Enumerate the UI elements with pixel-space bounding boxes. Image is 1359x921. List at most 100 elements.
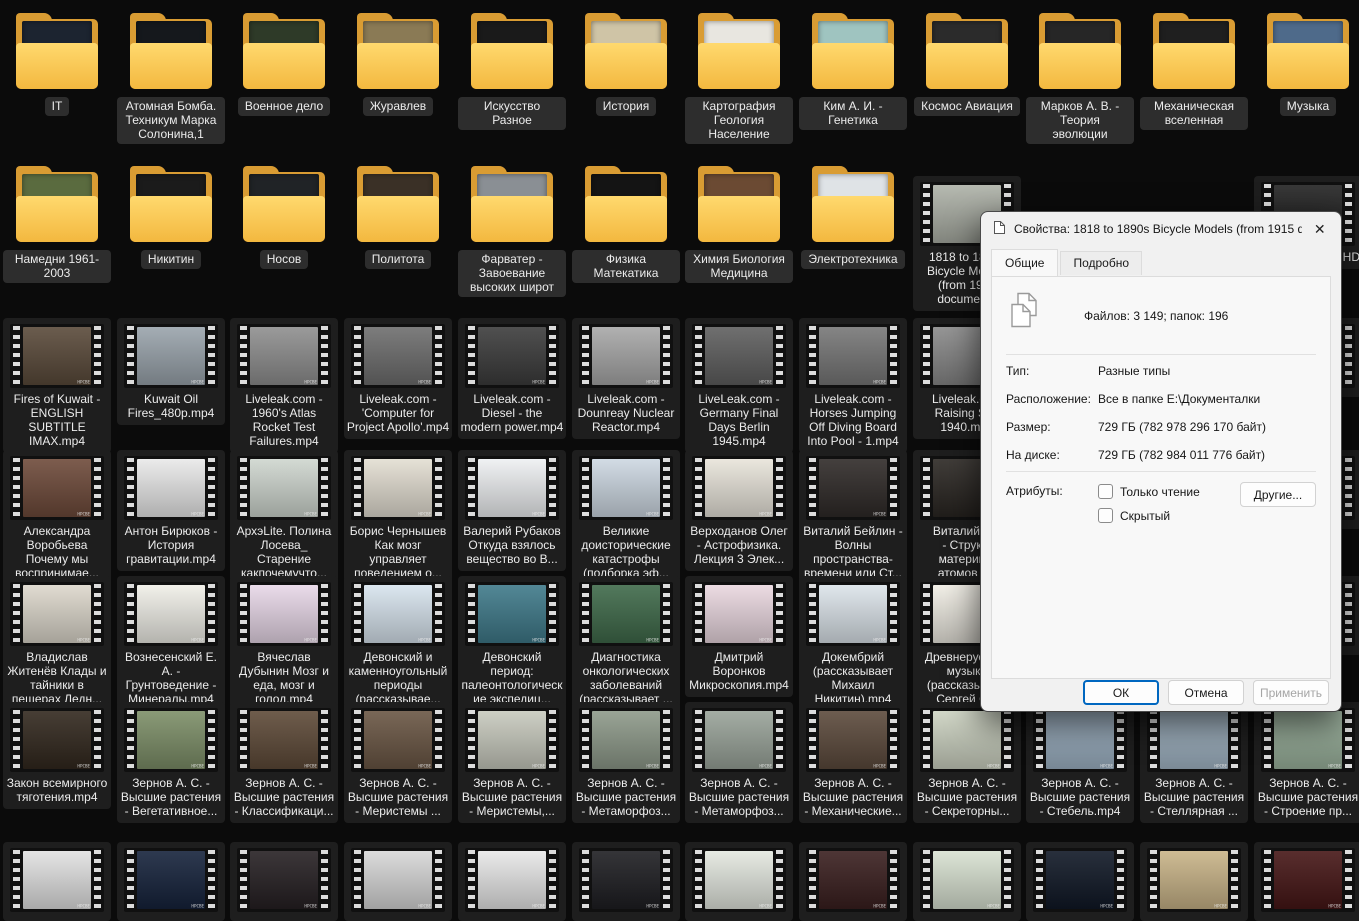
folder-item[interactable]: Физика Матекатика bbox=[572, 162, 680, 283]
file-item[interactable]: HPCBE Зернов А. С. - Высшие растения - Ме… bbox=[344, 702, 452, 823]
film-strip-icon: HPCBE bbox=[124, 324, 218, 388]
thumbnail-watermark: HPCBE bbox=[418, 380, 431, 385]
folder-item[interactable]: Искусство Разное bbox=[458, 9, 566, 130]
file-item[interactable]: HPCBE bbox=[1254, 842, 1359, 921]
file-item[interactable]: HPCBE Fires of Kuwait - ENGLISH SUBTITLE … bbox=[3, 318, 111, 453]
item-label: Верходанов Олег - Астрофизика. Лекция 3 … bbox=[690, 524, 788, 566]
file-item[interactable]: HPCBE Дмитрий Воронков Микроскопия.mp4 bbox=[685, 576, 793, 697]
tab-general[interactable]: Общие bbox=[991, 249, 1059, 276]
file-item[interactable]: HPCBE bbox=[1026, 842, 1134, 921]
folder-item[interactable]: Журавлев bbox=[344, 9, 452, 116]
file-item[interactable]: HPCBE Верходанов Олег - Астрофизика. Лекц… bbox=[685, 450, 793, 571]
file-item[interactable]: HPCBE Антон Бирюков - История гравитации.… bbox=[117, 450, 225, 571]
file-item[interactable]: HPCBE Виталий Бейлин - Волны пространства… bbox=[799, 450, 907, 585]
folder-item[interactable]: Электротехника bbox=[799, 162, 907, 269]
thumbnail-watermark: HPCBE bbox=[759, 638, 772, 643]
file-item[interactable]: HPCBE Докембрий (рассказывает Михаил Ники… bbox=[799, 576, 907, 711]
video-thumbnail: HPCBE bbox=[705, 327, 773, 385]
file-item[interactable]: HPCBE bbox=[685, 842, 793, 921]
file-item[interactable]: HPCBE bbox=[344, 842, 452, 921]
file-item[interactable]: HPCBE Валерий Рубаков Откуда взялось веще… bbox=[458, 450, 566, 571]
file-item[interactable]: HPCBE Девонский период: палеонтологически… bbox=[458, 576, 566, 711]
file-item[interactable]: HPCBE bbox=[799, 842, 907, 921]
folder-item[interactable]: Космос Авиация bbox=[913, 9, 1021, 116]
file-item[interactable]: HPCBE Девонский и каменноугольный периоды… bbox=[344, 576, 452, 711]
item-label: LiveLeak.com - Germany Final Days Berlin… bbox=[698, 392, 780, 448]
file-item[interactable]: HPCBE Зернов А. С. - Высшие растения - Ме… bbox=[799, 702, 907, 823]
folder-item[interactable]: Атомная Бомба. Техникум Марка Солонина,1 bbox=[117, 9, 225, 144]
apply-button[interactable]: Применить bbox=[1253, 680, 1329, 705]
film-strip-icon: HPCBE bbox=[692, 456, 786, 520]
summary-row: Файлов: 3 149; папок: 196 bbox=[992, 277, 1330, 352]
file-item[interactable]: HPCBE Зернов А. С. - Высшие растения - Кл… bbox=[230, 702, 338, 823]
film-strip-icon: HPCBE bbox=[10, 456, 104, 520]
file-item[interactable]: HPCBE Liveleak.com - Horses Jumping Off D… bbox=[799, 318, 907, 453]
folder-icon bbox=[580, 9, 672, 93]
hidden-checkbox-row[interactable]: Скрытый bbox=[1098, 508, 1316, 523]
folder-item[interactable]: Картография Геология Население bbox=[685, 9, 793, 144]
cancel-button[interactable]: Отмена bbox=[1168, 680, 1244, 705]
file-item[interactable]: HPCBE bbox=[913, 842, 1021, 921]
file-item[interactable]: HPCBE Борис Чернышев Как мозг управляет п… bbox=[344, 450, 452, 585]
file-item[interactable]: HPCBE АрхэLite. Полина Лосева_ Старение к… bbox=[230, 450, 338, 585]
checkbox-icon[interactable] bbox=[1098, 508, 1113, 523]
file-item[interactable]: HPCBE Закон всемирного тяготения.mp4 bbox=[3, 702, 111, 809]
folder-item[interactable]: Политота bbox=[344, 162, 452, 269]
file-item[interactable]: HPCBE Зернов А. С. - Высшие растения - Ст… bbox=[1254, 702, 1359, 823]
file-item[interactable]: HPCBE Зернов А. С. - Высшие растения - Ме… bbox=[458, 702, 566, 823]
folder-item[interactable]: Военное дело bbox=[230, 9, 338, 116]
film-strip-icon: HPCBE bbox=[124, 708, 218, 772]
film-strip-icon: HPCBE bbox=[806, 708, 900, 772]
file-item[interactable]: HPCBE bbox=[3, 842, 111, 921]
file-item[interactable]: HPCBE Зернов А. С. - Высшие растения - Ст… bbox=[1026, 702, 1134, 823]
thumbnail-watermark: HPCBE bbox=[759, 904, 772, 909]
file-item[interactable]: HPCBE Александра Воробьева Почему мы восп… bbox=[3, 450, 111, 585]
folder-item[interactable]: Фарватер - Завоевание высоких широт bbox=[458, 162, 566, 297]
file-item[interactable]: HPCBE Владислав Житенёв Клады и тайники в… bbox=[3, 576, 111, 711]
file-item[interactable]: HPCBE Liveleak.com - Diesel - the modern … bbox=[458, 318, 566, 439]
folder-item[interactable]: История bbox=[572, 9, 680, 116]
file-item[interactable]: HPCBE Зернов А. С. - Высшие растения - Ве… bbox=[117, 702, 225, 823]
folder-item[interactable]: IT bbox=[3, 9, 111, 116]
item-label: АрхэLite. Полина Лосева_ Старение какпоч… bbox=[236, 524, 332, 580]
file-item[interactable]: HPCBE LiveLeak.com - Germany Final Days B… bbox=[685, 318, 793, 453]
checkbox-icon[interactable] bbox=[1098, 484, 1113, 499]
file-item[interactable]: HPCBE Великие доисторические катастрофы (… bbox=[572, 450, 680, 585]
file-item[interactable]: HPCBE bbox=[117, 842, 225, 921]
file-item[interactable]: HPCBE Вознесенский Е. А. - Грунтоведение … bbox=[117, 576, 225, 711]
file-item[interactable]: HPCBE bbox=[572, 842, 680, 921]
dialog-titlebar[interactable]: Свойства: 1818 to 1890s Bicycle Models (… bbox=[981, 212, 1341, 246]
file-item[interactable]: HPCBE bbox=[458, 842, 566, 921]
file-item[interactable]: HPCBE Kuwait Oil Fires_480p.mp4 bbox=[117, 318, 225, 425]
item-label: Зернов А. С. - Высшие растения - Строени… bbox=[1257, 776, 1359, 818]
video-thumbnail: HPCBE bbox=[705, 851, 773, 909]
folder-item[interactable]: Химия Биология Медицина bbox=[685, 162, 793, 283]
folder-item[interactable]: Музыка bbox=[1254, 9, 1359, 116]
other-attributes-button[interactable]: Другие... bbox=[1240, 482, 1316, 507]
file-item[interactable]: HPCBE Зернов А. С. - Высшие растения - Ме… bbox=[685, 702, 793, 823]
close-icon[interactable]: ✕ bbox=[1302, 215, 1337, 243]
folder-item[interactable]: Марков А. В. - Теория эволюции bbox=[1026, 9, 1134, 144]
file-item[interactable]: HPCBE Liveleak.com - 'Computer for Projec… bbox=[344, 318, 452, 439]
tab-details[interactable]: Подробно bbox=[1060, 251, 1143, 275]
file-item[interactable]: HPCBE Liveleak.com - Dounreay Nuclear Rea… bbox=[572, 318, 680, 439]
folder-item[interactable]: Никитин bbox=[117, 162, 225, 269]
video-thumbnail: HPCBE bbox=[819, 459, 887, 517]
file-item[interactable]: HPCBE bbox=[1140, 842, 1248, 921]
item-label: Зернов А. С. - Высшие растения - Механич… bbox=[802, 776, 904, 818]
folder-item[interactable]: Ким А. И. - Генетика bbox=[799, 9, 907, 130]
file-item[interactable]: HPCBE Вячеслав Дубынин Мозг и еда, мозг и… bbox=[230, 576, 338, 711]
file-item[interactable]: HPCBE bbox=[230, 842, 338, 921]
file-item[interactable]: HPCBE Диагностика онкологических заболева… bbox=[572, 576, 680, 711]
dialog-buttons: ОК Отмена Применить bbox=[1083, 680, 1329, 705]
field-row: Расположение: Все в папке E:\Документалки bbox=[992, 385, 1330, 413]
film-strip-icon: HPCBE bbox=[1261, 848, 1355, 912]
ok-button[interactable]: ОК bbox=[1083, 680, 1159, 705]
file-item[interactable]: HPCBE Liveleak.com - 1960's Atlas Rocket … bbox=[230, 318, 338, 453]
folder-item[interactable]: Носов bbox=[230, 162, 338, 269]
folder-item[interactable]: Намедни 1961-2003 bbox=[3, 162, 111, 283]
folder-item[interactable]: Механическая вселенная bbox=[1140, 9, 1248, 130]
file-item[interactable]: HPCBE Зернов А. С. - Высшие растения - Се… bbox=[913, 702, 1021, 823]
file-item[interactable]: HPCBE Зернов А. С. - Высшие растения - Ме… bbox=[572, 702, 680, 823]
file-item[interactable]: HPCBE Зернов А. С. - Высшие растения - Ст… bbox=[1140, 702, 1248, 823]
